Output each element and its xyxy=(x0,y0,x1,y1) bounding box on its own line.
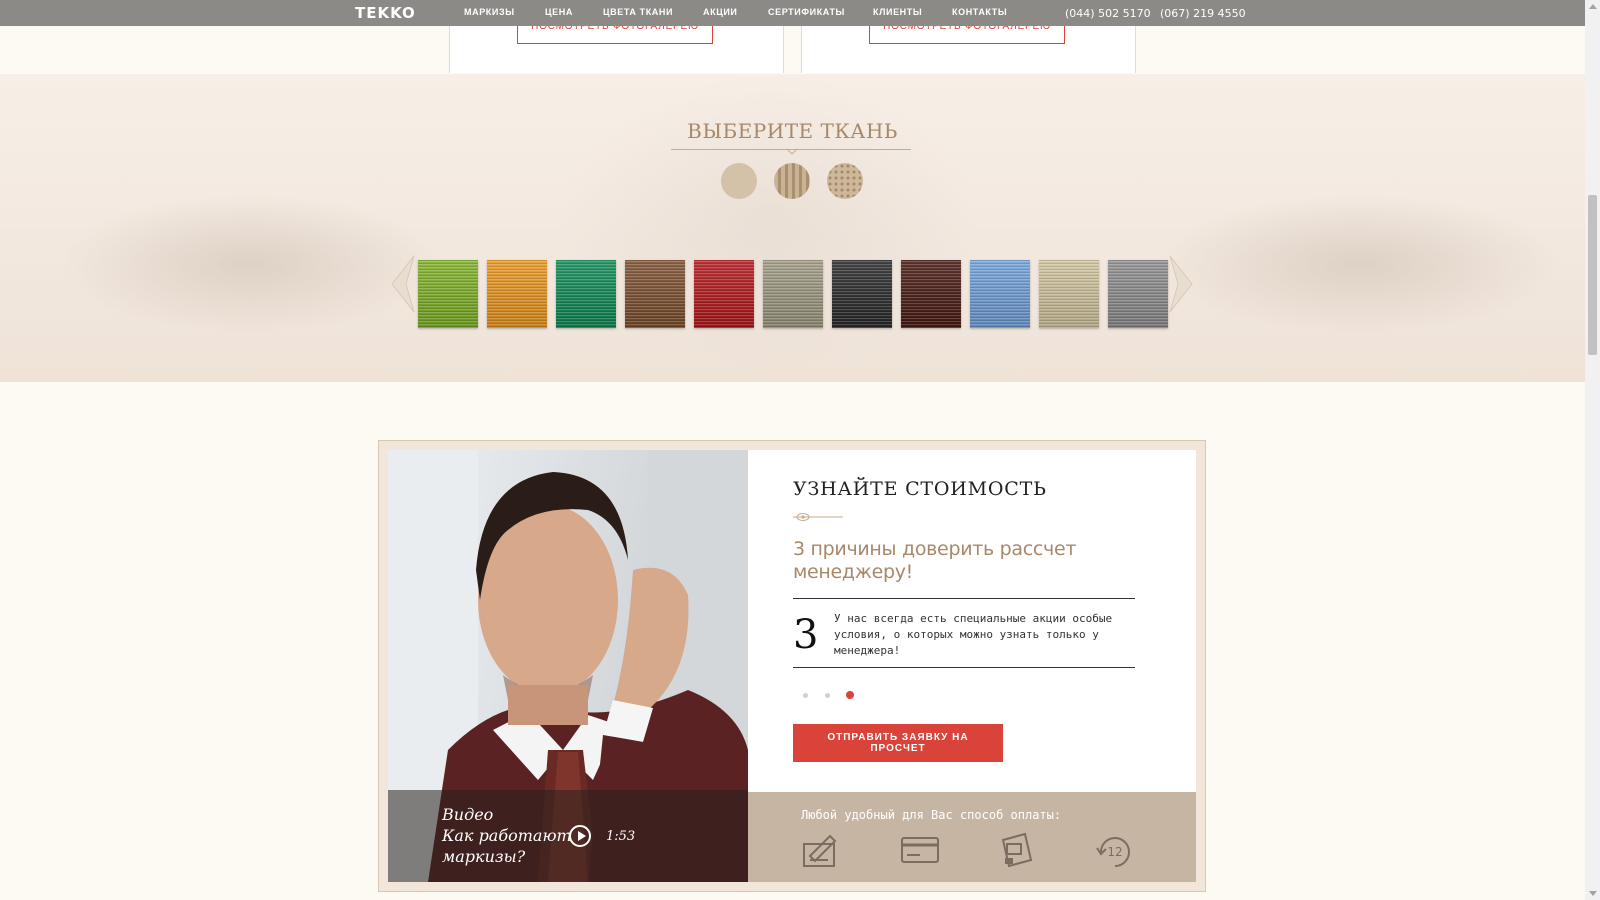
video-caption[interactable]: Видео Как работают маркизы? xyxy=(442,804,572,867)
fabric-swatch-1[interactable] xyxy=(418,260,478,328)
calculation-title: УЗНАЙТЕ СТОИМОСТЬ xyxy=(793,478,1047,500)
installment-months: 12 xyxy=(1107,845,1122,859)
chevron-left-icon[interactable] xyxy=(386,254,416,314)
calculation-subtitle: 3 причины доверить рассчет менеджеру! xyxy=(793,538,1077,583)
fabric-swatch-6[interactable] xyxy=(763,260,823,328)
slider-dot-3-active[interactable] xyxy=(846,691,854,699)
slider-dot-1[interactable] xyxy=(803,693,808,698)
pattern-plain-button[interactable] xyxy=(721,163,757,199)
pattern-dotted-button[interactable] xyxy=(827,163,863,199)
background-image xyxy=(1160,194,1560,334)
card-icon xyxy=(901,837,939,863)
fabric-swatch-10[interactable] xyxy=(1039,260,1099,328)
fabric-swatch-2[interactable] xyxy=(487,260,547,328)
scrollbar-thumb[interactable] xyxy=(1588,195,1597,355)
nav-item-price[interactable]: ЦЕНА xyxy=(545,7,573,17)
fabric-swatch-3[interactable] xyxy=(556,260,616,328)
scroll-down-icon[interactable] xyxy=(1589,891,1597,896)
terminal-icon xyxy=(1001,832,1033,868)
calculation-info-panel: УЗНАЙТЕ СТОИМОСТЬ 3 причины доверить рас… xyxy=(748,450,1196,792)
pattern-striped-button[interactable] xyxy=(774,163,810,199)
payment-methods-panel: Любой удобный для Вас способ оплаты: 12 xyxy=(748,792,1196,882)
nav-item-clients[interactable]: КЛИЕНТЫ xyxy=(873,7,922,17)
background-image xyxy=(60,194,440,334)
ornament-divider-icon xyxy=(793,513,843,521)
logo[interactable]: TEKKO xyxy=(355,4,416,22)
nav-item-promotions[interactable]: АКЦИИ xyxy=(703,7,738,17)
phone-number-1[interactable]: (044) 502 5170 xyxy=(1065,7,1151,20)
fabric-swatch-7[interactable] xyxy=(832,260,892,328)
reason-number: 3 xyxy=(793,612,819,658)
fabric-swatch-9[interactable] xyxy=(970,260,1030,328)
reason-slide: 3 У нас всегда есть специальные акции ос… xyxy=(793,598,1135,668)
fabric-title: ВЫБЕРИТЕ ТКАНЬ xyxy=(687,119,898,143)
slider-dot-2[interactable] xyxy=(825,693,830,698)
nav-item-certificates[interactable]: СЕРТИФИКАТЫ xyxy=(768,7,845,17)
chevron-right-icon[interactable] xyxy=(1168,254,1198,314)
manager-photo: Видео Как работают маркизы? 1:53 xyxy=(388,450,748,882)
invoice-icon xyxy=(803,834,837,867)
fabric-swatch-4[interactable] xyxy=(625,260,685,328)
nav-item-contacts[interactable]: КОНТАКТЫ xyxy=(952,7,1007,17)
video-duration: 1:53 xyxy=(606,829,636,844)
nav-item-fabric-colors[interactable]: ЦВЕТА ТКАНИ xyxy=(603,7,673,17)
payment-label: Любой удобный для Вас способ оплаты: xyxy=(801,808,1062,822)
play-icon[interactable] xyxy=(569,825,591,847)
fabric-swatch-8[interactable] xyxy=(901,260,961,328)
send-request-button[interactable]: ОТПРАВИТЬ ЗАЯВКУ НА ПРОСЧЕТ xyxy=(793,724,1003,762)
fabric-swatch-11[interactable] xyxy=(1108,260,1168,328)
reason-text: У нас всегда есть специальные акции особ… xyxy=(834,612,1113,657)
phone-number-2[interactable]: (067) 219 4550 xyxy=(1160,7,1246,20)
fabric-swatch-5[interactable] xyxy=(694,260,754,328)
page-scrollbar[interactable] xyxy=(1585,0,1600,900)
installment-12-icon: 12 xyxy=(1096,837,1130,867)
top-navigation: TEKKO МАРКИЗЫ ЦЕНА ЦВЕТА ТКАНИ АКЦИИ СЕР… xyxy=(0,0,1585,26)
fabric-section: ВЫБЕРИТЕ ТКАНЬ xyxy=(0,74,1585,382)
nav-item-markizy[interactable]: МАРКИЗЫ xyxy=(464,7,515,17)
scroll-up-icon[interactable] xyxy=(1589,4,1597,9)
video-overlay[interactable]: Видео Как работают маркизы? 1:53 xyxy=(388,790,748,882)
